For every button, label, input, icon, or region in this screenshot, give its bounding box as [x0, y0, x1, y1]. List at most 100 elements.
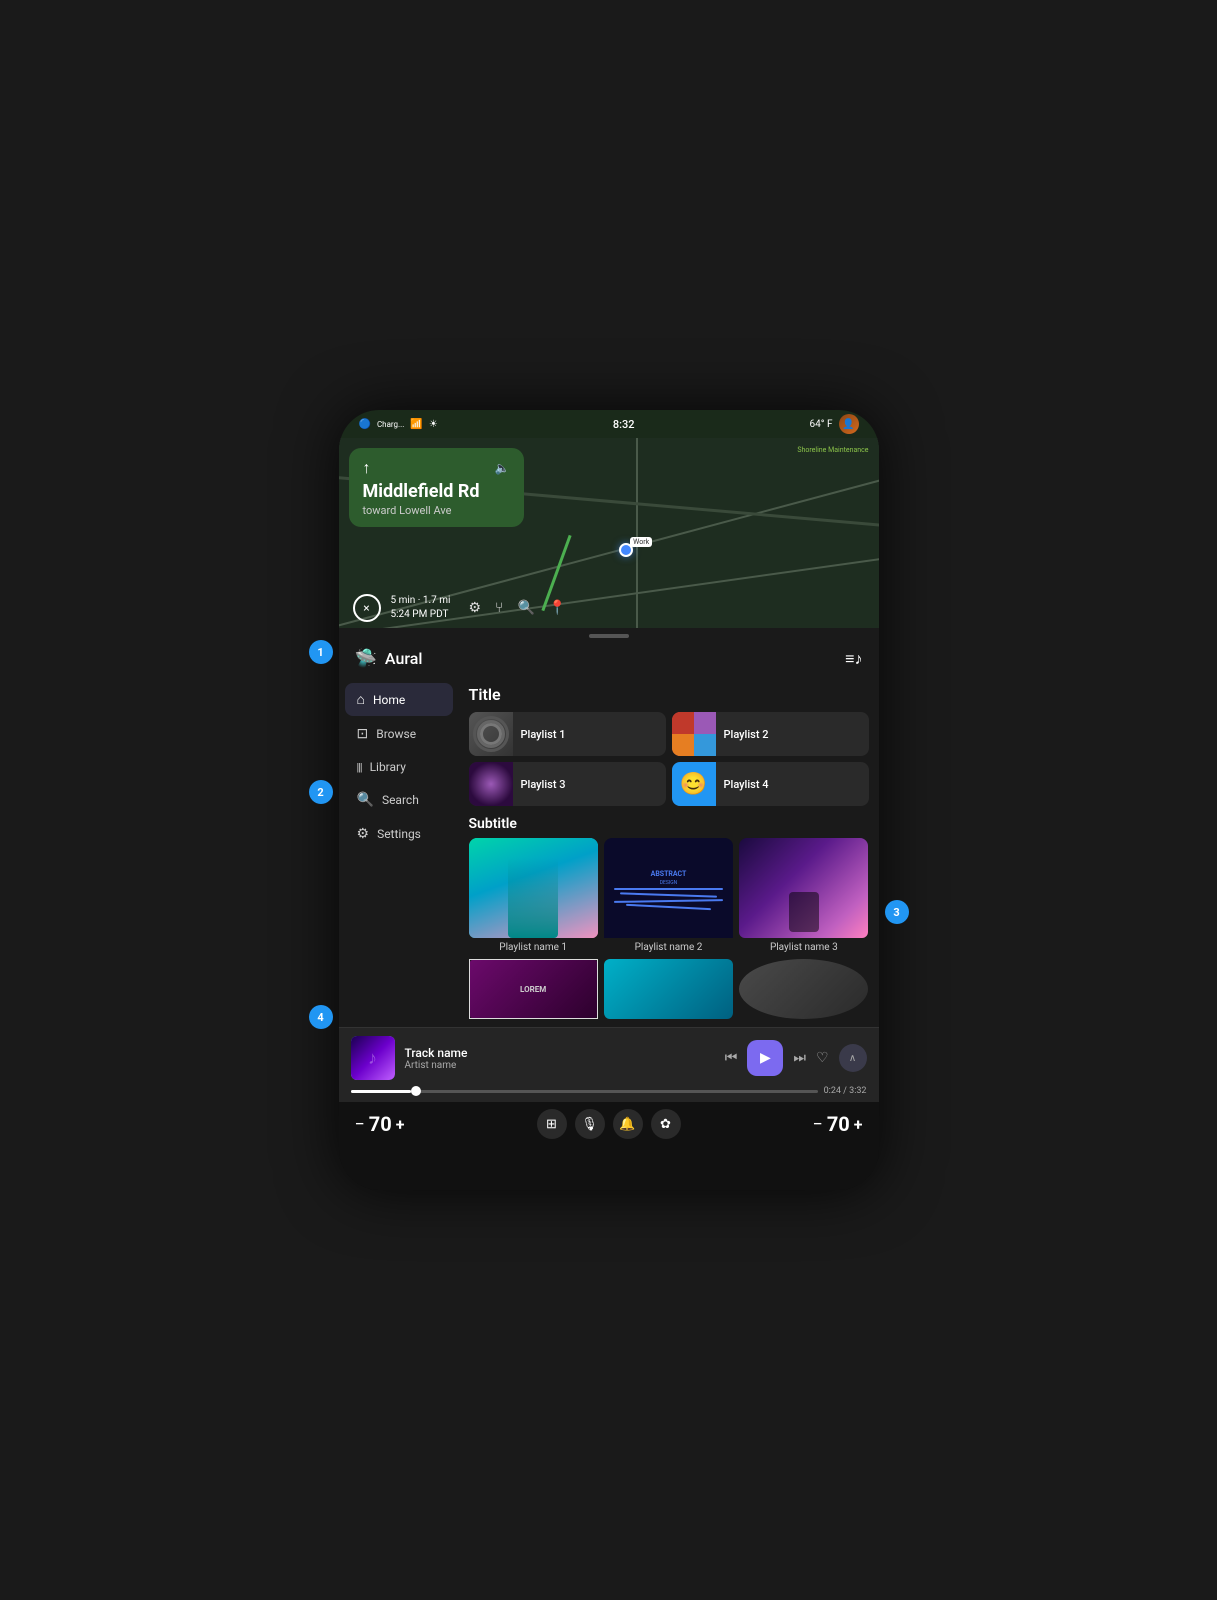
- progress-thumb[interactable]: [411, 1086, 421, 1096]
- expand-button[interactable]: ∧: [839, 1044, 867, 1072]
- playlist-large-thumb-3: [739, 838, 868, 938]
- playlist-row2-thumb-2[interactable]: [604, 959, 733, 1019]
- playlist-large-name-2: Playlist name 2: [635, 942, 703, 953]
- aural-logo-icon: 🛸: [355, 648, 377, 669]
- playlist-card-1[interactable]: Playlist 1: [469, 712, 666, 756]
- playlist-row2-thumb-3[interactable]: [739, 959, 868, 1019]
- sidebar-item-search[interactable]: 🔍 Search: [345, 784, 453, 816]
- annotation-2: 2: [309, 780, 333, 804]
- clock: 8:32: [613, 418, 635, 431]
- nav-arrow-up: ↑: [363, 458, 371, 478]
- nav-info: 5 min · 1.7 mi 5:24 PM PDT: [391, 594, 451, 622]
- heart-button[interactable]: ♡: [816, 1050, 829, 1066]
- now-playing-controls: ⏮ ▶ ⏭ ♡ ∧: [725, 1040, 867, 1076]
- sidebar-item-home[interactable]: ⌂ Home: [345, 683, 453, 716]
- lorem-label: LOREM: [469, 959, 598, 1019]
- playlist-large-card-3[interactable]: Playlist name 3: [739, 838, 868, 953]
- artist-name: Artist name: [405, 1060, 715, 1071]
- vol-right-minus-button[interactable]: −: [813, 1114, 823, 1135]
- play-icon: ▶: [760, 1050, 771, 1066]
- map-bottom-controls: × 5 min · 1.7 mi 5:24 PM PDT ⚙ ⑂ 🔍 📍: [339, 588, 879, 628]
- sidebar-browse-label: Browse: [376, 727, 416, 741]
- drag-handle[interactable]: [339, 628, 879, 640]
- sidebar-home-label: Home: [373, 693, 405, 707]
- play-button[interactable]: ▶: [747, 1040, 783, 1076]
- vol-left-value: 70: [369, 1112, 392, 1136]
- sidebar: ⌂ Home ⊡ Browse ||| Library 🔍 Search: [339, 677, 459, 1027]
- shoreline-label: Shoreline Maintenance: [797, 446, 868, 454]
- now-playing-thumbnail: ♪: [351, 1036, 395, 1080]
- playlist-large-card-2[interactable]: ABSTRACT DESIGN Playlist name 2: [604, 838, 733, 953]
- close-nav-button[interactable]: ×: [353, 594, 381, 622]
- playlist-large-card-1[interactable]: Playlist name 1: [469, 838, 598, 953]
- playlist-card-2[interactable]: Playlist 2: [672, 712, 869, 756]
- next-button[interactable]: ⏭: [793, 1050, 806, 1066]
- phone-frame: 🔵 Charg... 📶 ☀ 8:32 64° F 👤 Work: [339, 410, 879, 1190]
- nav-toward: toward Lowell Ave: [363, 504, 510, 517]
- sidebar-item-browse[interactable]: ⊡ Browse: [345, 718, 453, 750]
- section-subtitle: Subtitle: [469, 816, 869, 832]
- vol-right-plus-button[interactable]: +: [854, 1115, 863, 1134]
- search-map-icon[interactable]: 🔍: [517, 600, 534, 616]
- nav-card: ↑ 🔈 Middlefield Rd toward Lowell Ave: [349, 448, 524, 527]
- avatar[interactable]: 👤: [839, 414, 859, 434]
- work-label: Work: [630, 537, 652, 547]
- settings-icon: ⚙: [357, 826, 370, 842]
- browse-icon: ⊡: [357, 726, 369, 742]
- playlist-thumb-4: 😊: [672, 762, 716, 806]
- vol-right-control: − 70 +: [813, 1112, 863, 1136]
- prev-button[interactable]: ⏮: [725, 1050, 738, 1066]
- bell-button[interactable]: 🔔: [613, 1109, 643, 1139]
- sidebar-search-label: Search: [382, 793, 419, 807]
- playlist-thumb-1: [469, 712, 513, 756]
- status-right: 64° F 👤: [810, 414, 859, 434]
- vol-left-minus-button[interactable]: −: [355, 1114, 365, 1135]
- vol-left-control: − 70 +: [355, 1112, 405, 1136]
- playlist-name-4: Playlist 4: [724, 778, 769, 791]
- sidebar-settings-label: Settings: [377, 827, 421, 841]
- status-left: 🔵 Charg... 📶 ☀: [359, 419, 438, 430]
- progress-fill: [351, 1090, 412, 1093]
- temperature-label: 64° F: [810, 419, 833, 430]
- playlist-large-thumb-2: ABSTRACT DESIGN: [604, 838, 733, 938]
- playlist-name-2: Playlist 2: [724, 728, 769, 741]
- playlist-name-3: Playlist 3: [521, 778, 566, 791]
- playlist-thumb-3: [469, 762, 513, 806]
- library-icon: |||: [357, 761, 362, 774]
- fan-button[interactable]: ✿: [651, 1109, 681, 1139]
- progress-track[interactable]: [351, 1090, 818, 1093]
- pin-icon[interactable]: 📍: [549, 600, 566, 616]
- vol-left-plus-button[interactable]: +: [396, 1115, 405, 1134]
- section-title: Title: [469, 685, 869, 704]
- search-icon: 🔍: [357, 792, 374, 808]
- map-area: Work Shoreline Maintenance ↑ 🔈 Middlefie…: [339, 438, 879, 628]
- queue-icon[interactable]: ≡♪: [845, 649, 862, 669]
- content-panel: Title Playlist 1: [459, 677, 879, 1027]
- annotation-1: 1: [309, 640, 333, 664]
- grid-button[interactable]: ⊞: [537, 1109, 567, 1139]
- app-logo: 🛸 Aural: [355, 648, 423, 669]
- annotation-4: 4: [309, 1005, 333, 1029]
- vol-right-value: 70: [827, 1112, 850, 1136]
- main-content: ⌂ Home ⊡ Browse ||| Library 🔍 Search: [339, 677, 879, 1027]
- now-playing-info: Track name Artist name: [405, 1046, 715, 1071]
- annotation-3: 3: [885, 900, 909, 924]
- fork-icon[interactable]: ⑂: [495, 600, 503, 616]
- progress-time: 0:24 / 3:32: [824, 1086, 867, 1096]
- sidebar-item-settings[interactable]: ⚙ Settings: [345, 818, 453, 850]
- charging-label: Charg...: [377, 420, 404, 429]
- expand-icon: ∧: [849, 1053, 856, 1064]
- app-header: 🛸 Aural ≡♪: [339, 640, 879, 677]
- playlist-large-name-3: Playlist name 3: [770, 942, 838, 953]
- brightness-icon: ☀: [429, 419, 438, 430]
- playlist-card-4[interactable]: 😊 Playlist 4: [672, 762, 869, 806]
- playlist-grid-large: Playlist name 1 ABSTRACT DESIGN: [469, 838, 869, 953]
- nav-street: Middlefield Rd: [363, 482, 510, 502]
- settings-map-icon[interactable]: ⚙: [468, 600, 481, 616]
- playlist-card-3[interactable]: Playlist 3: [469, 762, 666, 806]
- playlist-thumb-2: [672, 712, 716, 756]
- mic-button[interactable]: 🎙: [575, 1109, 605, 1139]
- sidebar-item-library[interactable]: ||| Library: [345, 752, 453, 782]
- status-bar: 🔵 Charg... 📶 ☀ 8:32 64° F 👤: [339, 410, 879, 438]
- playlist-row2-thumb-1[interactable]: LOREM: [469, 959, 598, 1019]
